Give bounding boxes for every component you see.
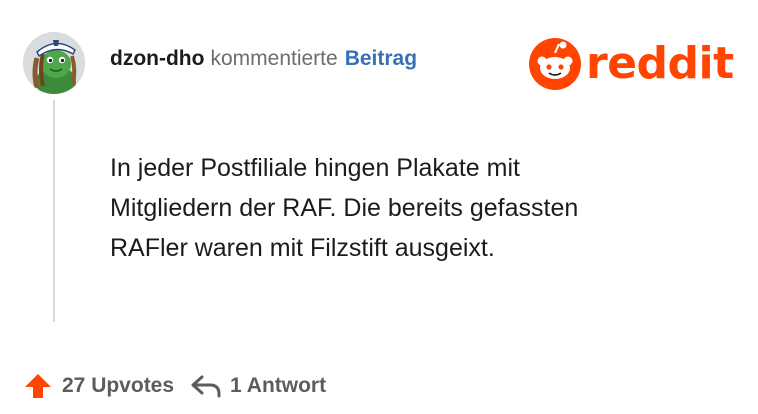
comment-body: In jeder Postfiliale hingen Plakate mit … <box>110 148 710 268</box>
comment-action-text: kommentierte <box>210 47 338 70</box>
reddit-wordmark: reddit <box>586 38 734 89</box>
reply-button[interactable]: 1 Antwort <box>190 373 326 399</box>
user-avatar[interactable] <box>23 32 85 94</box>
author-username[interactable]: dzon-dho <box>110 47 204 71</box>
post-link[interactable]: Beitrag <box>345 47 417 71</box>
comment-line: Mitgliedern der RAF. Die bereits gefasst… <box>110 194 579 222</box>
frog-avatar-icon <box>23 32 85 94</box>
arrow-up-icon <box>25 374 51 398</box>
reply-count: 1 Antwort <box>230 374 327 397</box>
thread-line <box>53 100 55 322</box>
upvote-button[interactable]: 27 Upvotes <box>23 371 174 401</box>
comment-footer: 27 Upvotes 1 Antwort <box>23 366 326 406</box>
comment-header: dzon-dho kommentierte Beitrag <box>110 47 417 79</box>
comment-line: RAFler waren mit Filzstift ausgeixt. <box>110 234 495 262</box>
snoo-icon <box>529 38 581 90</box>
upvote-count: 27 Upvotes <box>62 374 175 397</box>
reply-arrow-icon <box>191 375 221 398</box>
reddit-logo: reddit <box>528 37 734 91</box>
comment-line: In jeder Postfiliale hingen Plakate mit <box>110 154 520 182</box>
